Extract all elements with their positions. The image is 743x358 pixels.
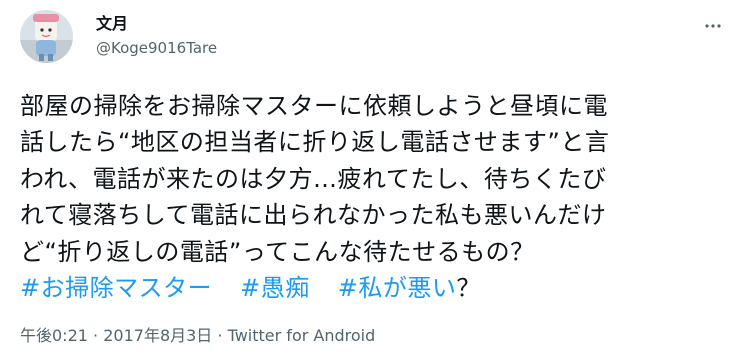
hashtag-link[interactable]: #私が悪い	[338, 274, 457, 302]
user-handle[interactable]: @Koge9016Tare	[96, 38, 217, 58]
avatar-mascot-icon	[20, 10, 73, 63]
tweet-meta: 午後0:21 · 2017年8月3日 · Twitter for Android	[20, 326, 375, 346]
meta-separator: ·	[217, 326, 223, 345]
hashtag-link[interactable]: #愚痴	[240, 274, 310, 302]
tweet-line: れて寝落ちして電話に出られなかった私も悪いんだけ	[20, 201, 607, 230]
tweet-line: われ、電話が来たのは夕方…疲れてたし、待ちくたび	[20, 164, 607, 193]
hashtag-link[interactable]: #お掃除マスター	[20, 274, 212, 302]
trailing-text: ？	[456, 274, 481, 303]
tweet-date[interactable]: 2017年8月3日	[103, 326, 212, 345]
avatar[interactable]	[20, 10, 73, 63]
display-name[interactable]: 文月	[96, 14, 128, 34]
tweet-source[interactable]: Twitter for Android	[228, 326, 376, 345]
more-options-button[interactable]	[701, 14, 725, 38]
tweet-time[interactable]: 午後0:21	[20, 326, 88, 345]
tweet-line: ど“折り返しの電話”ってこんな待たせるもの？	[20, 237, 535, 266]
meta-separator: ·	[93, 326, 99, 345]
tweet-line: 話したら“地区の担当者に折り返し電話させます”と言	[20, 128, 610, 157]
hashtag-line: #お掃除マスター #愚痴 #私が悪い？	[20, 270, 735, 306]
more-horizontal-icon	[705, 24, 721, 28]
tweet-line: 部屋の掃除をお掃除マスターに依頼しようと昼頃に電	[20, 92, 608, 120]
tweet-text: 部屋の掃除をお掃除マスターに依頼しようと昼頃に電 話したら“地区の担当者に折り返…	[20, 88, 735, 306]
tweet-card: 文月 @Koge9016Tare 部屋の掃除をお掃除マスターに依頼しようと昼頃に…	[0, 0, 743, 358]
